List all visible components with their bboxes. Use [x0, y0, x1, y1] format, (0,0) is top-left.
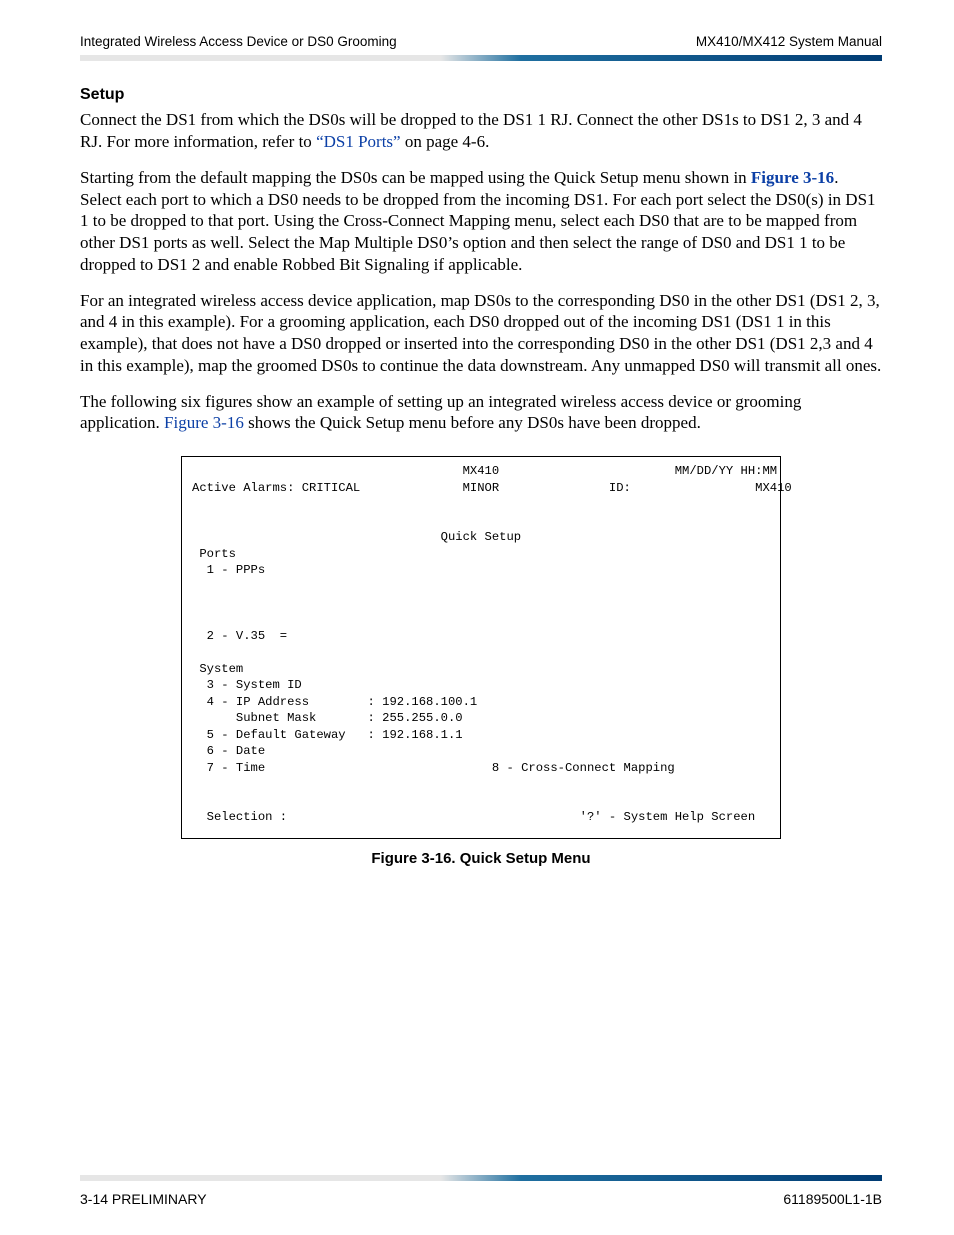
link-ds1-ports[interactable]: “DS1 Ports”: [316, 132, 401, 151]
figure-caption: Figure 3-16. Quick Setup Menu: [80, 849, 882, 868]
p2-text-a: Starting from the default mapping the DS…: [80, 168, 751, 187]
paragraph-1: Connect the DS1 from which the DS0s will…: [80, 109, 882, 153]
header-left: Integrated Wireless Access Device or DS0…: [80, 34, 397, 49]
body-text: Setup Connect the DS1 from which the DS0…: [80, 85, 882, 868]
page-footer: 3-14 PRELIMINARY 61189500L1-1B: [80, 1191, 882, 1207]
terminal-screen: MX410 MM/DD/YY HH:MM Active Alarms: CRIT…: [181, 456, 781, 838]
footer-rule: [80, 1175, 882, 1181]
p4-text-b: shows the Quick Setup menu before any DS…: [244, 413, 701, 432]
manual-page: Integrated Wireless Access Device or DS0…: [0, 0, 954, 1235]
link-figure-3-16-bold[interactable]: Figure 3-16: [751, 168, 834, 187]
footer-right: 61189500L1-1B: [783, 1191, 882, 1207]
paragraph-4: The following six figures show an exampl…: [80, 391, 882, 435]
p1-text-b: on page 4-6.: [401, 132, 490, 151]
link-figure-3-16[interactable]: Figure 3-16: [164, 413, 244, 432]
header-right: MX410/MX412 System Manual: [696, 34, 882, 49]
paragraph-3: For an integrated wireless access device…: [80, 290, 882, 377]
figure-container: MX410 MM/DD/YY HH:MM Active Alarms: CRIT…: [80, 456, 882, 838]
header-rule: [80, 55, 882, 61]
footer-left: 3-14 PRELIMINARY: [80, 1191, 207, 1207]
paragraph-2: Starting from the default mapping the DS…: [80, 167, 882, 276]
section-title-setup: Setup: [80, 85, 882, 105]
page-header: Integrated Wireless Access Device or DS0…: [80, 34, 882, 49]
